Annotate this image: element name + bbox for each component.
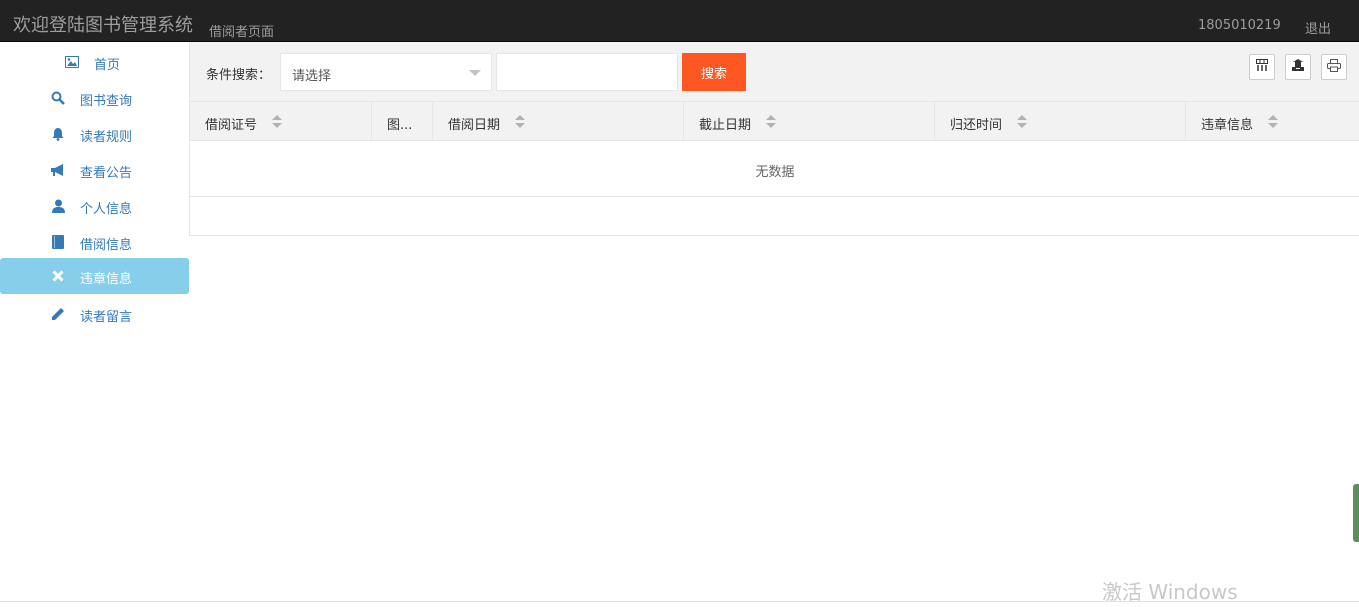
sidebar-item-announcements[interactable]: 查看公告 — [0, 152, 189, 188]
sidebar-item-label: 违章信息 — [80, 272, 133, 287]
top-navbar: 欢迎登陆图书管理系统 借阅者页面 1805010219 退出 — [0, 0, 1359, 42]
sidebar-item-home[interactable]: 首页 — [0, 44, 189, 80]
logout-link[interactable]: 退出 — [1305, 18, 1331, 37]
app-title[interactable]: 欢迎登陆图书管理系统 — [13, 11, 193, 37]
windows-activation-watermark: 激活 Windows — [1102, 580, 1238, 604]
sidebar-item-reader-rules[interactable]: 读者规则 — [0, 116, 189, 152]
bullhorn-icon — [50, 162, 66, 178]
sidebar: 首页 图书查询 读者规则 查看公告 个人信息 借阅信息 违章信息 读者留言 — [0, 42, 189, 607]
column-header-violation-info[interactable]: 违章信息 — [1186, 102, 1359, 141]
columns-button[interactable] — [1249, 54, 1275, 80]
column-header-book[interactable]: 图... — [372, 102, 433, 141]
sidebar-item-label: 借阅信息 — [80, 238, 133, 253]
book-icon — [50, 234, 66, 250]
sort-icon[interactable] — [1017, 115, 1027, 129]
sidebar-item-book-search[interactable]: 图书查询 — [0, 80, 189, 116]
remove-icon — [50, 268, 66, 284]
sort-icon[interactable] — [766, 115, 776, 129]
condition-select[interactable]: 请选择 — [280, 53, 492, 91]
sidebar-item-label: 查看公告 — [80, 166, 133, 181]
sidebar-item-reader-messages[interactable]: 读者留言 — [0, 296, 189, 332]
scroll-handle[interactable] — [1353, 484, 1359, 542]
table-header: 借阅证号 图... 借阅日期 截止日期 归还时间 违章信息 — [190, 101, 1359, 141]
chevron-down-icon — [469, 70, 481, 76]
column-header-card-no[interactable]: 借阅证号 — [190, 102, 372, 141]
page-subtitle: 借阅者页面 — [209, 25, 275, 40]
sidebar-item-borrow-info[interactable]: 借阅信息 — [0, 224, 189, 260]
main-content: 条件搜索： 请选择 搜索 借阅证号 图... 借阅日期 截止日期 归还时间 违章… — [189, 42, 1359, 236]
sidebar-item-label: 个人信息 — [80, 202, 133, 217]
search-input[interactable] — [496, 53, 678, 91]
column-header-due-date[interactable]: 截止日期 — [684, 102, 935, 141]
pencil-icon — [50, 306, 66, 322]
search-label: 条件搜索： — [206, 68, 272, 83]
search-icon — [50, 90, 66, 106]
columns-icon — [1256, 59, 1268, 75]
search-button[interactable]: 搜索 — [682, 53, 746, 91]
sidebar-item-label: 读者留言 — [80, 310, 133, 325]
user-icon — [50, 198, 66, 214]
sort-icon[interactable] — [515, 115, 525, 129]
sidebar-item-label: 图书查询 — [80, 94, 133, 109]
bell-icon — [50, 126, 66, 142]
sidebar-item-violation-info[interactable]: 违章信息 — [0, 258, 189, 294]
sidebar-item-label: 读者规则 — [80, 130, 133, 145]
column-header-borrow-date[interactable]: 借阅日期 — [433, 102, 684, 141]
table-body: 无数据 — [190, 141, 1359, 197]
export-button[interactable] — [1285, 54, 1311, 80]
sidebar-item-personal-info[interactable]: 个人信息 — [0, 188, 189, 224]
table-footer — [190, 197, 1359, 236]
print-icon — [1327, 58, 1341, 76]
export-icon — [1291, 58, 1305, 76]
select-placeholder: 请选择 — [292, 69, 332, 84]
sidebar-item-label: 首页 — [94, 58, 121, 73]
sort-icon[interactable] — [1268, 115, 1278, 129]
picture-icon — [64, 54, 80, 70]
empty-message: 无数据 — [755, 165, 795, 180]
sort-icon[interactable] — [272, 115, 282, 129]
column-header-return-time[interactable]: 归还时间 — [935, 102, 1186, 141]
print-button[interactable] — [1321, 54, 1347, 80]
user-id[interactable]: 1805010219 — [1198, 18, 1281, 33]
